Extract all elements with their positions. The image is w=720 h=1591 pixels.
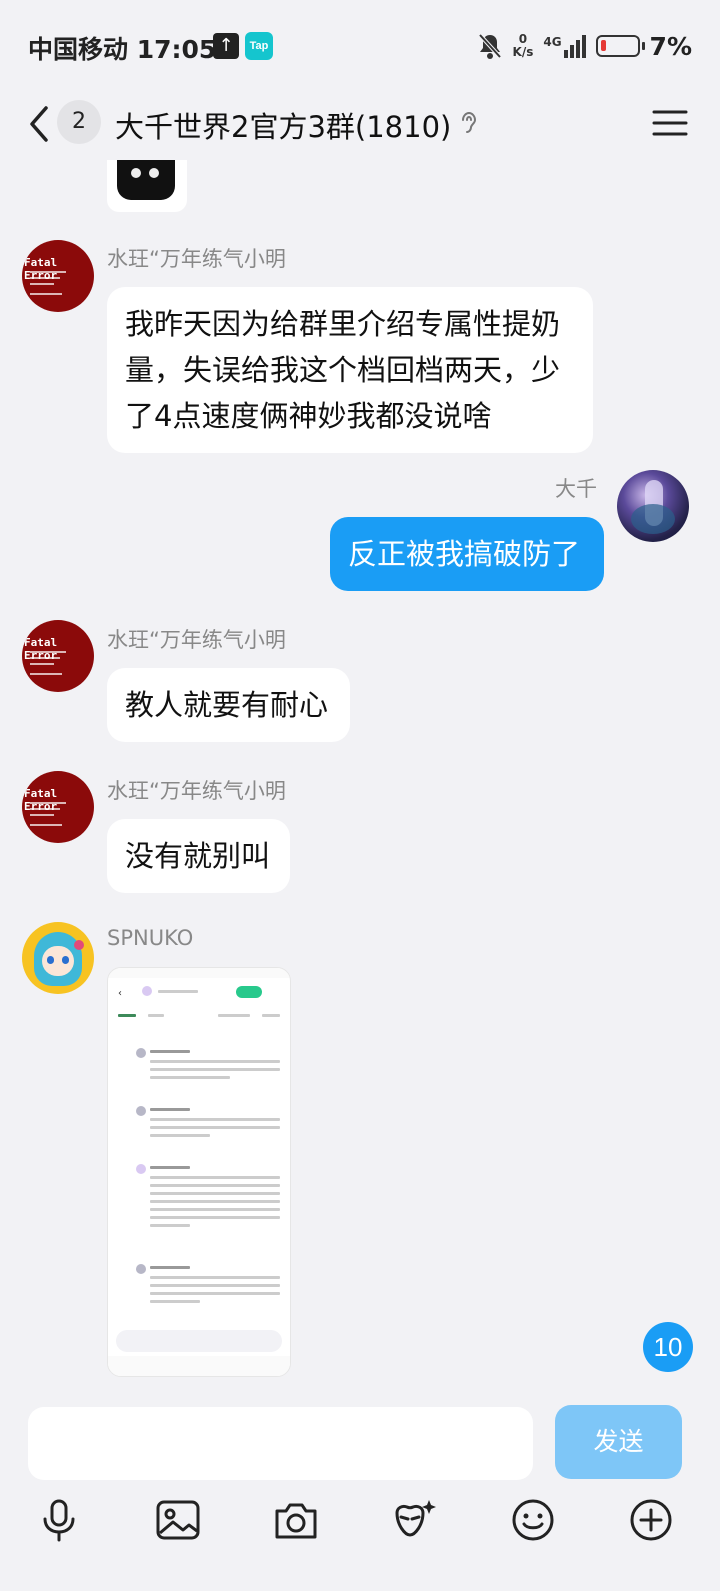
sender-name: 水玨“万年练气小明	[107, 247, 286, 271]
menu-icon[interactable]	[652, 108, 688, 138]
unread-count-badge[interactable]: 2	[57, 100, 101, 144]
message-bubble-self[interactable]: 反正被我搞破防了	[330, 517, 604, 591]
new-message-count-badge[interactable]: 10	[643, 1322, 693, 1372]
sender-name: SPNUKO	[107, 926, 194, 950]
send-button[interactable]: 发送	[555, 1405, 682, 1479]
camera-icon[interactable]	[271, 1495, 321, 1545]
battery-icon	[595, 35, 645, 57]
message-bubble[interactable]: 没有就别叫	[107, 819, 290, 893]
avatar[interactable]: Fatal Error	[22, 771, 94, 843]
mute-icon	[478, 33, 501, 59]
upload-icon: ↑	[213, 33, 239, 59]
chat-title[interactable]: 大千世界2官方3群(1810)	[115, 104, 451, 146]
chat-header: 2 大千世界2官方3群(1810)	[0, 90, 720, 160]
avatar[interactable]: Fatal Error	[22, 240, 94, 312]
status-right: 0 K/s 4G 7%	[477, 30, 692, 62]
net-speed: 0 K/s	[512, 32, 534, 59]
status-bar: 中国移动 17:05 ↑ Tap 0 K/s 4G 7%	[0, 0, 720, 90]
plus-icon[interactable]	[626, 1495, 676, 1545]
composer-toolbar	[0, 1495, 720, 1555]
avatar-self[interactable]	[617, 470, 689, 542]
sticker-icon[interactable]	[389, 1495, 439, 1545]
message-input[interactable]	[28, 1407, 533, 1480]
message-bubble[interactable]: 教人就要有耐心	[107, 668, 350, 742]
carrier-time: 中国移动 17:05	[28, 35, 217, 64]
back-icon[interactable]	[24, 102, 56, 146]
screenshot-image-message[interactable]: ‹	[107, 967, 291, 1377]
partial-image-message[interactable]	[107, 160, 187, 212]
tap-app-icon: Tap	[245, 32, 273, 60]
composer: 发送	[0, 1395, 720, 1591]
ear-icon[interactable]	[458, 110, 480, 136]
emoji-icon[interactable]	[508, 1495, 558, 1545]
battery-percent: 7%	[649, 31, 692, 61]
sender-name: 水玨“万年练气小明	[107, 628, 286, 652]
mic-icon[interactable]	[34, 1495, 84, 1545]
avatar[interactable]: Fatal Error	[22, 620, 94, 692]
sender-name: 大千	[555, 477, 597, 501]
image-icon[interactable]	[153, 1495, 203, 1545]
avatar[interactable]	[22, 922, 94, 994]
message-bubble[interactable]: 我昨天因为给群里介绍专属性提奶量，失误给我这个档回档两天，少了4点速度俩神妙我都…	[107, 287, 593, 453]
signal-icon: 4G	[543, 34, 586, 58]
sender-name: 水玨“万年练气小明	[107, 779, 286, 803]
